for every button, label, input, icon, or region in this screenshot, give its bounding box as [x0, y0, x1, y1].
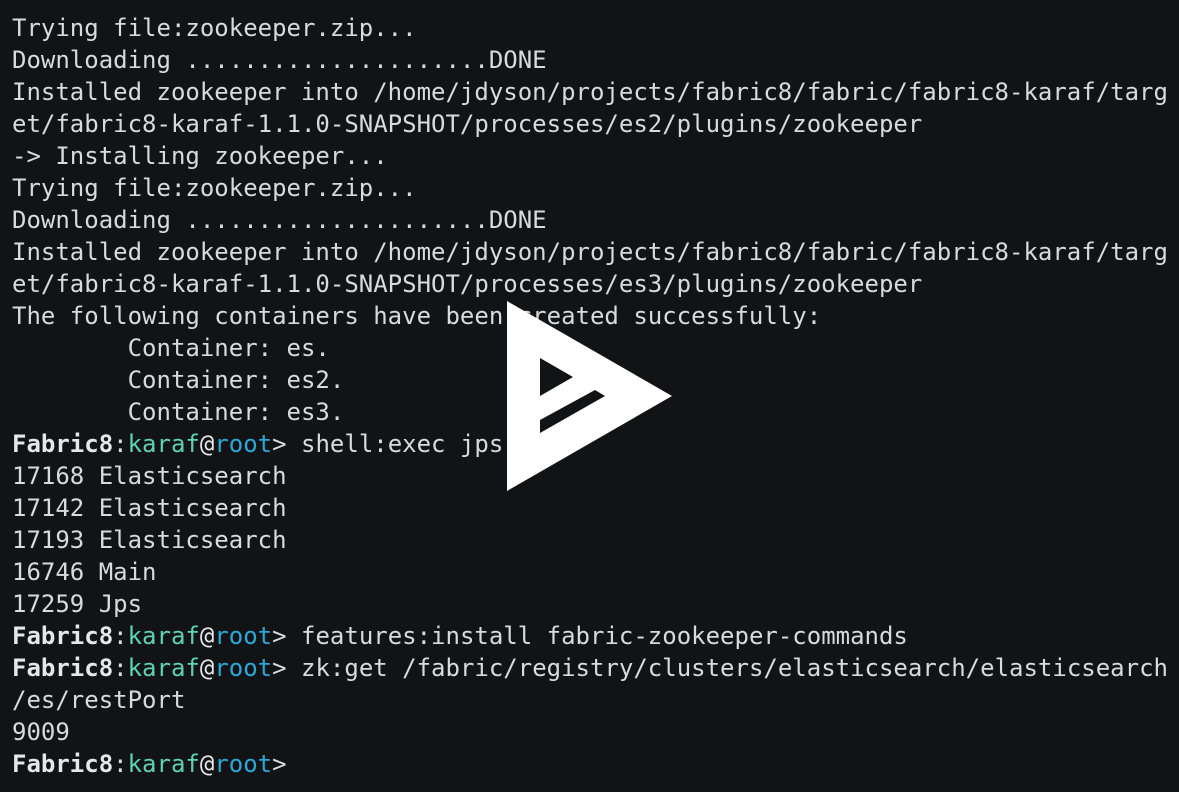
prompt-at: @: [199, 750, 215, 778]
prompt-user: karaf: [127, 622, 200, 650]
prompt-root: root: [214, 622, 273, 650]
prompt-host: Fabric8: [12, 622, 114, 650]
output-line: 17193 Elasticsearch: [12, 526, 287, 554]
prompt-symbol: >: [272, 654, 302, 682]
output-line: -> Installing zookeeper...: [12, 142, 388, 170]
output-line: Downloading .....................DONE: [12, 206, 547, 234]
prompt-colon: :: [113, 750, 128, 778]
output-line: 17142 Elasticsearch: [12, 494, 287, 522]
command-text: shell:exec jps: [301, 430, 504, 458]
prompt-symbol: >: [272, 430, 302, 458]
prompt-at: @: [199, 430, 215, 458]
prompt-root: root: [214, 430, 273, 458]
output-line: et/fabric8-karaf-1.1.0-SNAPSHOT/processe…: [12, 110, 923, 138]
prompt-line: Fabric8:karaf@root> zk:get /fabric/regis…: [12, 652, 1179, 684]
output-line: Trying file:zookeeper.zip...: [12, 174, 417, 202]
command-text: features:install fabric-zookeeper-comman…: [301, 622, 908, 650]
prompt-symbol: >: [272, 622, 302, 650]
prompt-colon: :: [113, 654, 128, 682]
prompt-user: karaf: [127, 750, 200, 778]
output-line: /es/restPort: [12, 686, 186, 714]
output-line: Installed zookeeper into /home/jdyson/pr…: [12, 78, 1168, 106]
command-text: zk:get /fabric/registry/clusters/elastic…: [301, 654, 1168, 682]
output-line: Trying file:zookeeper.zip...: [12, 14, 417, 42]
prompt-host: Fabric8: [12, 654, 114, 682]
output-line: 17259 Jps: [12, 590, 143, 618]
output-line: Installed zookeeper into /home/jdyson/pr…: [12, 238, 1168, 266]
play-icon[interactable]: [505, 299, 675, 493]
prompt-at: @: [199, 654, 215, 682]
prompt-user: karaf: [127, 430, 200, 458]
prompt-host: Fabric8: [12, 750, 114, 778]
prompt-line: Fabric8:karaf@root>: [12, 748, 1179, 780]
terminal-window[interactable]: Trying file:zookeeper.zip... Downloading …: [0, 0, 1179, 792]
output-line: et/fabric8-karaf-1.1.0-SNAPSHOT/processe…: [12, 270, 923, 298]
prompt-user: karaf: [127, 654, 200, 682]
output-line: Downloading .....................DONE: [12, 46, 547, 74]
prompt-colon: :: [113, 622, 128, 650]
output-line: 16746 Main: [12, 558, 157, 586]
output-line: 9009: [12, 718, 70, 746]
prompt-host: Fabric8: [12, 430, 114, 458]
prompt-line: Fabric8:karaf@root> features:install fab…: [12, 620, 1179, 652]
prompt-root: root: [214, 750, 273, 778]
prompt-colon: :: [113, 430, 128, 458]
prompt-at: @: [199, 622, 215, 650]
prompt-symbol: >: [272, 750, 302, 778]
prompt-root: root: [214, 654, 273, 682]
